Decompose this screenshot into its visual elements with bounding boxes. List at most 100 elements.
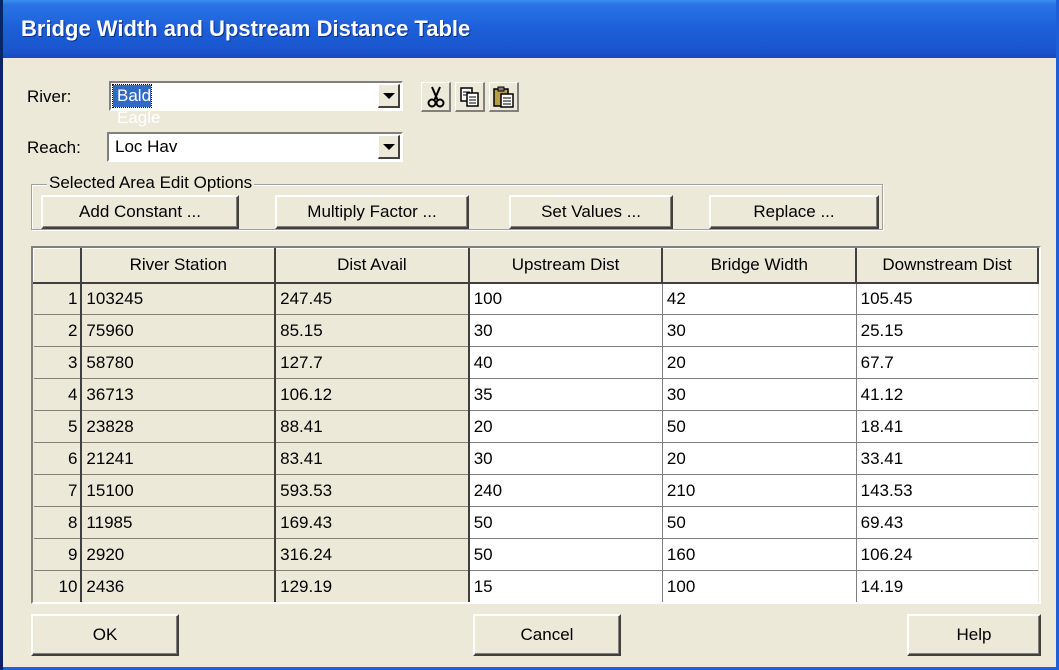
river-dropdown-button[interactable]	[378, 84, 400, 108]
add-constant-button[interactable]: Add Constant ...	[41, 195, 239, 229]
cell-river-station[interactable]: 2920	[81, 538, 277, 571]
data-table-grid: River Station Dist Avail Upstream Dist B…	[33, 248, 1039, 602]
table-row[interactable]: 9 2920 316.24 50 160 106.24	[33, 538, 1038, 571]
cell-upstream-dist[interactable]: 15	[468, 570, 663, 602]
cell-bridge-width[interactable]: 160	[662, 538, 857, 571]
title-bar[interactable]: Bridge Width and Upstream Distance Table	[3, 0, 1059, 58]
replace-button[interactable]: Replace ...	[709, 195, 879, 229]
cell-upstream-dist[interactable]: 50	[468, 538, 663, 571]
cell-dist-avail[interactable]: 127.7	[275, 346, 470, 379]
cell-bridge-width[interactable]: 30	[662, 314, 857, 347]
cell-river-station[interactable]: 11985	[81, 506, 277, 539]
cell-bridge-width[interactable]: 50	[662, 410, 857, 443]
cell-dist-avail[interactable]: 593.53	[275, 474, 470, 507]
cell-river-station[interactable]: 103245	[81, 282, 277, 315]
paste-button[interactable]	[489, 82, 519, 112]
corner-cell[interactable]	[33, 248, 83, 284]
cell-bridge-width[interactable]: 42	[662, 282, 857, 315]
cell-dist-avail[interactable]: 316.24	[275, 538, 470, 571]
copy-button[interactable]	[455, 82, 485, 112]
cell-bridge-width[interactable]: 20	[662, 442, 857, 475]
river-dropdown[interactable]: Bald Eagle	[109, 81, 403, 127]
reach-dropdown-button[interactable]	[378, 135, 400, 159]
cell-dist-avail[interactable]: 83.41	[275, 442, 470, 475]
row-number: 1	[33, 282, 83, 315]
row-number: 10	[33, 570, 83, 602]
cell-river-station[interactable]: 2436	[81, 570, 277, 602]
table-row[interactable]: 3 58780 127.7 40 20 67.7	[33, 346, 1038, 379]
reach-value: Loc Hav	[115, 137, 178, 156]
chevron-down-icon	[382, 143, 395, 150]
cell-bridge-width[interactable]: 210	[662, 474, 857, 507]
cell-upstream-dist[interactable]: 35	[468, 378, 663, 411]
cell-dist-avail[interactable]: 106.12	[275, 378, 470, 411]
table-row[interactable]: 8 11985 169.43 50 50 69.43	[33, 506, 1038, 539]
cell-downstream-dist[interactable]: 18.41	[856, 410, 1038, 443]
column-header-upstream-dist[interactable]: Upstream Dist	[468, 248, 664, 284]
cell-bridge-width[interactable]: 30	[662, 378, 857, 411]
cell-downstream-dist[interactable]: 25.15	[856, 314, 1038, 347]
window-title: Bridge Width and Upstream Distance Table	[21, 16, 471, 41]
cell-downstream-dist[interactable]: 105.45	[856, 282, 1038, 315]
cell-downstream-dist[interactable]: 143.53	[856, 474, 1038, 507]
river-label: River:	[27, 87, 72, 106]
table-row[interactable]: 4 36713 106.12 35 30 41.12	[33, 378, 1038, 411]
river-value: Bald Eagle	[112, 84, 160, 127]
column-header-river-station[interactable]: River Station	[80, 248, 277, 284]
ok-button[interactable]: OK	[31, 614, 179, 656]
cell-downstream-dist[interactable]: 14.19	[856, 570, 1038, 602]
reach-dropdown[interactable]: Loc Hav	[107, 132, 403, 162]
cell-upstream-dist[interactable]: 20	[468, 410, 663, 443]
cell-upstream-dist[interactable]: 40	[468, 346, 663, 379]
row-number: 4	[33, 378, 83, 411]
cell-bridge-width[interactable]: 20	[662, 346, 857, 379]
cut-button[interactable]	[421, 82, 451, 112]
row-number: 5	[33, 410, 83, 443]
cell-bridge-width[interactable]: 50	[662, 506, 857, 539]
cell-upstream-dist[interactable]: 30	[468, 442, 663, 475]
multiply-factor-button[interactable]: Multiply Factor ...	[275, 195, 469, 229]
table-row[interactable]: 6 21241 83.41 30 20 33.41	[33, 442, 1038, 475]
cell-downstream-dist[interactable]: 67.7	[856, 346, 1038, 379]
row-number: 8	[33, 506, 83, 539]
cell-downstream-dist[interactable]: 106.24	[856, 538, 1038, 571]
copy-icon	[459, 86, 479, 107]
table-header-row: River Station Dist Avail Upstream Dist B…	[33, 248, 1039, 284]
column-header-downstream-dist[interactable]: Downstream Dist	[855, 248, 1039, 284]
cell-upstream-dist[interactable]: 30	[468, 314, 663, 347]
cell-downstream-dist[interactable]: 33.41	[856, 442, 1038, 475]
cancel-button[interactable]: Cancel	[473, 614, 621, 656]
table-row[interactable]: 2 75960 85.15 30 30 25.15	[33, 314, 1038, 347]
cell-upstream-dist[interactable]: 50	[468, 506, 663, 539]
cell-bridge-width[interactable]: 100	[662, 570, 857, 602]
cell-dist-avail[interactable]: 129.19	[275, 570, 470, 602]
table-row[interactable]: 7 15100 593.53 240 210 143.53	[33, 474, 1038, 507]
table-row[interactable]: 10 2436 129.19 15 100 14.19	[33, 570, 1038, 602]
cell-river-station[interactable]: 23828	[81, 410, 277, 443]
cell-dist-avail[interactable]: 85.15	[275, 314, 470, 347]
cell-river-station[interactable]: 21241	[81, 442, 277, 475]
column-header-dist-avail[interactable]: Dist Avail	[274, 248, 470, 284]
cell-river-station[interactable]: 36713	[81, 378, 277, 411]
cell-dist-avail[interactable]: 169.43	[275, 506, 470, 539]
row-number: 6	[33, 442, 83, 475]
data-table[interactable]: River Station Dist Avail Upstream Dist B…	[31, 246, 1041, 604]
row-number: 2	[33, 314, 83, 347]
cell-dist-avail[interactable]: 88.41	[275, 410, 470, 443]
cell-downstream-dist[interactable]: 69.43	[856, 506, 1038, 539]
row-number: 3	[33, 346, 83, 379]
table-row[interactable]: 1 103245 247.45 100 42 105.45	[33, 282, 1038, 315]
cell-river-station[interactable]: 58780	[81, 346, 277, 379]
cell-upstream-dist[interactable]: 240	[468, 474, 663, 507]
set-values-button[interactable]: Set Values ...	[509, 195, 673, 229]
help-button[interactable]: Help	[907, 614, 1041, 656]
cell-dist-avail[interactable]: 247.45	[275, 282, 470, 315]
cell-river-station[interactable]: 75960	[81, 314, 277, 347]
cell-river-station[interactable]: 15100	[81, 474, 277, 507]
cell-downstream-dist[interactable]: 41.12	[856, 378, 1038, 411]
reach-label: Reach:	[27, 138, 81, 157]
table-row[interactable]: 5 23828 88.41 20 50 18.41	[33, 410, 1038, 443]
cell-upstream-dist[interactable]: 100	[468, 282, 663, 315]
column-header-bridge-width[interactable]: Bridge Width	[661, 248, 858, 284]
row-number: 9	[33, 538, 83, 571]
